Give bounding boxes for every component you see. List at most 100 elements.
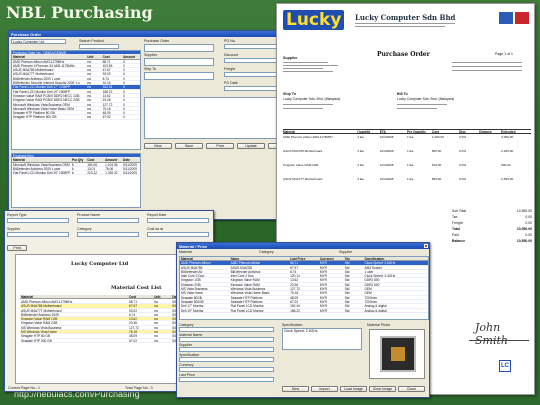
grid-cell: 0 (123, 63, 125, 68)
detail-field[interactable] (179, 367, 274, 372)
material-window-title: Material / Price (179, 244, 208, 249)
column-header[interactable]: Cost (102, 55, 122, 58)
save-button[interactable]: Save (175, 143, 203, 149)
column-header[interactable]: Material (12, 55, 86, 58)
new-button[interactable]: New (144, 143, 172, 149)
column-header[interactable]: Cost (128, 295, 153, 298)
detail-field[interactable] (179, 347, 274, 352)
print-button[interactable]: Print (206, 143, 234, 149)
line-cell: 3 Ea (357, 135, 364, 139)
banner-title: NBL Purchasing (6, 3, 153, 22)
report-filter-field[interactable] (7, 218, 69, 223)
report-filter-field[interactable] (147, 232, 209, 237)
column-header: Quantity (357, 130, 371, 133)
grid-cell: AMD Phenom II Phenom X4 AM3-1175MHz (13, 63, 75, 68)
report-filter-field[interactable] (77, 218, 139, 223)
clear-image-button[interactable]: Clear Image (369, 386, 396, 392)
grid-cell: 0 (123, 89, 125, 93)
notes-field[interactable] (144, 97, 296, 139)
column-header: Per Quantity (406, 130, 426, 133)
report-header: MaterialCostUnitDate (20, 295, 200, 300)
load-image-button[interactable]: Load Image (340, 386, 367, 392)
detail-field[interactable] (179, 377, 274, 382)
grid-cell: 6 (71, 166, 74, 171)
material-window-titlebar[interactable]: Material / Price (177, 243, 429, 249)
total-label: Balance (452, 239, 466, 243)
column-header[interactable]: Amount (122, 55, 140, 58)
grid-cell: 0 (123, 111, 125, 115)
report-filter-field[interactable] (147, 218, 209, 223)
specification-field[interactable]: Clock Speed: 2.6GHz (282, 328, 362, 350)
column-header[interactable]: Amount (104, 158, 122, 161)
material-row[interactable]: Dell 19" Monitor Fiat Panel LCD Monitor 18… (180, 309, 428, 313)
column-header[interactable]: Material (180, 257, 230, 260)
detail-field[interactable] (179, 337, 274, 342)
grid-cell: 67.57 (290, 265, 299, 269)
update-button[interactable]: Update (237, 143, 265, 149)
grid-cell: Seagate HTP Platform (230, 295, 263, 299)
grid-cell: 162.44 (290, 304, 300, 308)
column-header[interactable]: Currency (319, 257, 344, 260)
grid-cell: Fiat Panel LCD Monitor Dell 19" 1908FP (13, 89, 71, 93)
grid-cell: 13.62 (129, 317, 137, 321)
close-icon[interactable] (424, 244, 428, 248)
grid-cell: 184.06 (87, 162, 97, 166)
import-button[interactable]: Import (311, 386, 338, 392)
column-header[interactable]: Date (122, 158, 140, 161)
line-cell: 0.0% (459, 135, 467, 139)
grid-cell: ASUS M4A785 Motherboard (13, 68, 54, 72)
purchase-item-row[interactable]: Fiat Panel LCD Monitor Dell 19" 1908FP 6 2… (12, 171, 140, 176)
column-header[interactable]: Unit (153, 295, 171, 298)
logo: Lucky (283, 10, 345, 30)
new-button[interactable]: New (282, 386, 309, 392)
column-header[interactable]: Tax (344, 257, 364, 260)
column-header[interactable]: Pur.Qty (71, 158, 86, 161)
column-header[interactable]: Name (230, 257, 290, 260)
print-preview-button[interactable]: Print (7, 245, 27, 251)
close-button[interactable]: Close (398, 386, 425, 392)
bill-to-label: Bill To (397, 92, 408, 96)
grid-cell: 0 (123, 59, 125, 63)
detail-field[interactable] (179, 357, 274, 362)
column-header[interactable]: Material (12, 158, 71, 161)
form-field[interactable] (144, 58, 214, 66)
grid-cell: BitDefender Security Internet Security 2… (13, 81, 80, 85)
grid-cell: 58.71 (290, 261, 299, 265)
grid-cell: ea (87, 115, 91, 119)
grid-cell: ea (87, 81, 91, 85)
detail-field[interactable] (179, 327, 274, 332)
column-header[interactable]: Unit (86, 55, 101, 58)
grid-cell: ea (87, 98, 91, 102)
company-filter[interactable]: Lucky Computer Ltd (11, 39, 66, 44)
table-row[interactable]: Seagate HTP Platform 500 GB ea 67.02 0 (12, 115, 140, 120)
form-label: Discount (224, 53, 238, 57)
grid-cell: 0 (123, 76, 125, 81)
grid-cell: MYR (319, 274, 327, 278)
column-header[interactable]: Material (20, 295, 128, 298)
column-header[interactable]: Last Price (289, 257, 319, 260)
grid-cell: 67.02 (129, 338, 137, 342)
report-filter-field[interactable] (77, 232, 139, 237)
line-cell: 3 Ea (357, 149, 364, 153)
grid-cell: Std (344, 278, 350, 282)
supplier-label: Supplier (283, 56, 298, 60)
search-label: Search Product (79, 39, 104, 43)
column-header[interactable]: Cost (86, 158, 104, 161)
search-input[interactable] (79, 44, 119, 49)
line-cell: 1 Ea (406, 135, 414, 139)
po-window-titlebar[interactable]: Purchase Order (9, 31, 302, 37)
report-row[interactable]: Seagate HTP 500 GB67.02ea5/11/2009 (20, 339, 200, 343)
column-header: Material (283, 130, 296, 133)
column-header[interactable]: Specification (363, 257, 427, 260)
line-cell: 1 Ea (406, 149, 414, 153)
form-field[interactable] (144, 44, 214, 52)
form-field[interactable] (144, 72, 214, 80)
report-company: Lucky Computer Ltd (71, 261, 129, 267)
grid-cell: 5/11/2009 (123, 162, 137, 166)
line-cell: 2,550.00 (501, 177, 514, 181)
report-filter-field[interactable] (7, 232, 69, 237)
grid-cell: 67.02 (290, 299, 299, 304)
grid-cell: Seagate HTP 80 GB (21, 334, 51, 338)
report-filter-label: Supplier (7, 227, 21, 231)
company-address-2 (355, 26, 445, 27)
